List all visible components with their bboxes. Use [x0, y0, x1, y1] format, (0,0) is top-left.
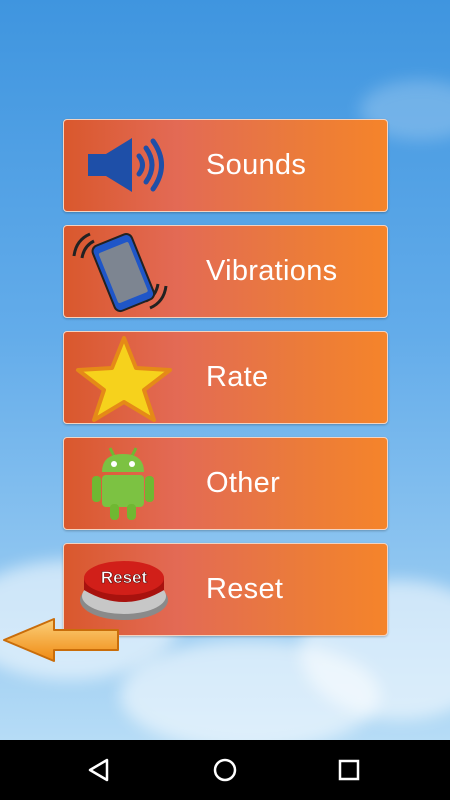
- reset-label: Reset: [206, 573, 284, 605]
- recents-icon[interactable]: [331, 752, 367, 788]
- vibrating-phone-icon: [72, 232, 168, 313]
- back-icon[interactable]: [81, 752, 117, 788]
- reset-icon-text: Reset: [101, 568, 148, 587]
- sounds-button[interactable]: Sounds: [63, 119, 388, 212]
- android-robot-icon: [92, 447, 154, 520]
- other-button[interactable]: Other: [63, 437, 388, 530]
- other-label: Other: [206, 467, 281, 499]
- vibrations-button[interactable]: Vibrations: [63, 225, 388, 318]
- rate-label: Rate: [206, 361, 269, 393]
- reset-button-icon: Reset: [80, 561, 168, 620]
- rate-button[interactable]: Rate: [63, 331, 388, 424]
- system-nav-bar: [0, 740, 450, 800]
- home-icon[interactable]: [207, 752, 243, 788]
- sounds-label: Sounds: [206, 149, 307, 181]
- speaker-icon: [88, 138, 164, 192]
- star-icon: [76, 336, 172, 422]
- back-arrow-icon[interactable]: [2, 617, 120, 663]
- vibrations-label: Vibrations: [206, 255, 338, 287]
